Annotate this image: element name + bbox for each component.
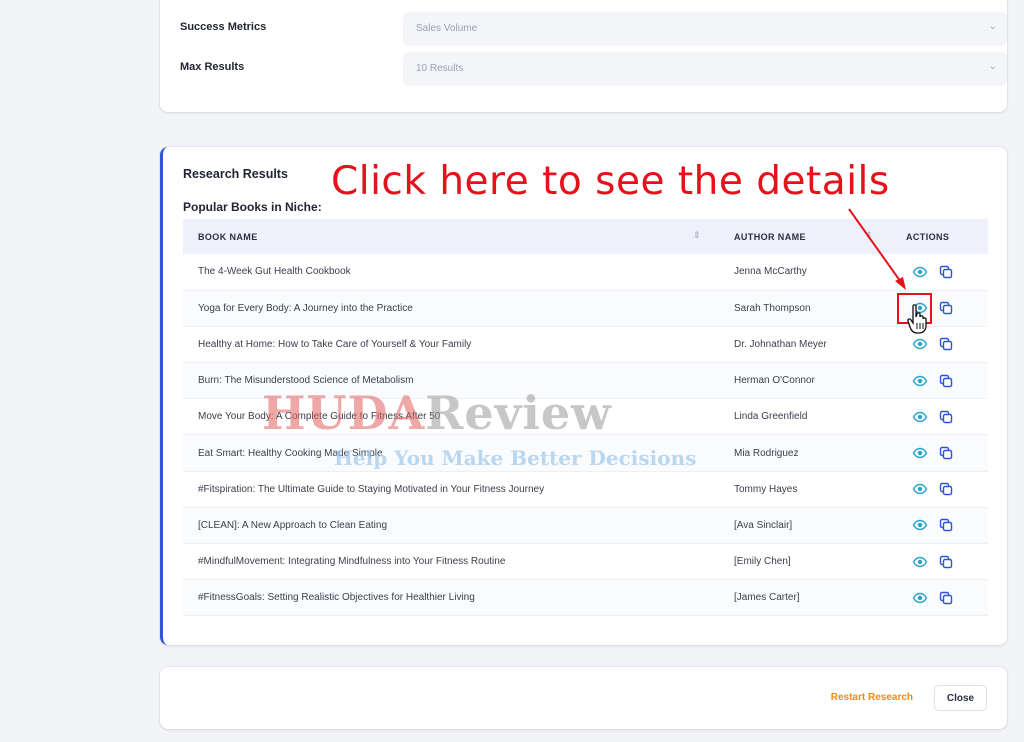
copy-icon[interactable]: [938, 554, 954, 570]
actions-cell: [891, 363, 988, 399]
hand-cursor-icon: [907, 304, 927, 334]
actions-header-label: ACTIONS: [906, 231, 950, 242]
copy-icon[interactable]: [938, 373, 954, 389]
book-name-cell: #MindfulMovement: Integrating Mindfulnes…: [198, 556, 506, 568]
author-name-cell: [Emily Chen]: [734, 556, 791, 568]
watermark-part2: Review: [425, 386, 612, 440]
actions-cell: [891, 435, 988, 471]
table-row: Healthy at Home: How to Take Care of You…: [183, 326, 988, 363]
footer-card: Restart Research Close: [160, 667, 1007, 729]
eye-icon[interactable]: [912, 264, 928, 280]
eye-icon[interactable]: [912, 481, 928, 497]
copy-icon[interactable]: [938, 481, 954, 497]
author-name-header[interactable]: AUTHOR NAME ⇕: [719, 219, 891, 254]
close-button[interactable]: Close: [934, 685, 987, 711]
max-results-label: Max Results: [180, 61, 245, 73]
research-results-title: Research Results: [183, 167, 288, 181]
eye-icon[interactable]: [912, 373, 928, 389]
max-results-select[interactable]: 10 Results ⌄: [403, 52, 1007, 86]
watermark-tagline: Help You Make Better Decisions: [334, 446, 697, 470]
annotation-text: Click here to see the details: [331, 159, 890, 204]
copy-icon[interactable]: [938, 264, 954, 280]
sort-icon[interactable]: ⇕: [865, 230, 873, 241]
author-name-cell: Linda Greenfield: [734, 411, 808, 423]
book-name-cell: [CLEAN]: A New Approach to Clean Eating: [198, 519, 387, 531]
sort-icon[interactable]: ⇕: [693, 230, 701, 241]
table-row: #MindfulMovement: Integrating Mindfulnes…: [183, 544, 988, 580]
book-name-cell: #Fitspiration: The Ultimate Guide to Sta…: [198, 483, 545, 495]
actions-cell: [891, 399, 988, 435]
success-metrics-value: Sales Volume: [416, 23, 478, 34]
book-name-cell: Healthy at Home: How to Take Care of You…: [198, 338, 472, 350]
copy-icon[interactable]: [938, 300, 954, 316]
restart-research-button[interactable]: Restart Research: [831, 692, 913, 703]
actions-cell: [891, 507, 988, 543]
success-metrics-label: Success Metrics: [180, 21, 267, 33]
copy-icon[interactable]: [938, 336, 954, 352]
actions-cell: [891, 326, 988, 362]
success-metrics-select[interactable]: Sales Volume ⌄: [403, 12, 1007, 46]
chevron-down-icon: ⌄: [988, 61, 997, 72]
author-name-cell: Dr. Johnathan Meyer: [734, 338, 827, 350]
table-row: Yoga for Every Body: A Journey into the …: [183, 290, 988, 327]
table-row: #FitnessGoals: Setting Realistic Objecti…: [183, 579, 988, 616]
author-name-cell: Tommy Hayes: [734, 483, 798, 495]
eye-icon[interactable]: [912, 336, 928, 352]
author-name-cell: Herman O'Connor: [734, 375, 815, 387]
author-name-cell: Mia Rodriguez: [734, 447, 799, 459]
copy-icon[interactable]: [938, 409, 954, 425]
author-name-cell: [Ava Sinclair]: [734, 519, 793, 531]
table-row: The 4-Week Gut Health Cookbook Jenna McCa…: [183, 254, 988, 291]
filter-card: Success Metrics Sales Volume ⌄ Max Resul…: [160, 0, 1007, 112]
table-header-row: BOOK NAME ⇕ AUTHOR NAME ⇕ ACTIONS: [183, 219, 988, 254]
actions-cell: [891, 471, 988, 507]
actions-cell: [891, 580, 988, 616]
author-name-header-label: AUTHOR NAME: [734, 231, 806, 242]
watermark-logo: HUDAReview: [262, 386, 612, 440]
book-name-cell: #FitnessGoals: Setting Realistic Objecti…: [198, 592, 475, 604]
max-results-value: 10 Results: [416, 63, 464, 74]
popular-books-heading: Popular Books in Niche:: [183, 200, 322, 214]
table-row: #Fitspiration: The Ultimate Guide to Sta…: [183, 471, 988, 508]
eye-icon[interactable]: [912, 445, 928, 461]
author-name-cell: Sarah Thompson: [734, 302, 811, 314]
table-row: [CLEAN]: A New Approach to Clean Eating […: [183, 507, 988, 544]
actions-cell: [891, 544, 988, 580]
max-results-row: Max Results 10 Results ⌄: [180, 52, 1007, 86]
actions-cell: [891, 254, 988, 290]
copy-icon[interactable]: [938, 445, 954, 461]
copy-icon[interactable]: [938, 590, 954, 606]
book-name-header[interactable]: BOOK NAME ⇕: [183, 219, 719, 254]
book-name-cell: The 4-Week Gut Health Cookbook: [198, 266, 351, 278]
author-name-cell: Jenna McCarthy: [734, 266, 807, 278]
actions-header: ACTIONS: [891, 219, 988, 254]
chevron-down-icon: ⌄: [988, 21, 997, 32]
author-name-cell: [James Carter]: [734, 592, 800, 604]
eye-icon[interactable]: [912, 517, 928, 533]
eye-icon[interactable]: [912, 554, 928, 570]
eye-icon[interactable]: [912, 409, 928, 425]
watermark-part1: HUDA: [262, 386, 426, 440]
copy-icon[interactable]: [938, 517, 954, 533]
success-metrics-row: Success Metrics Sales Volume ⌄: [180, 12, 1007, 46]
book-name-header-label: BOOK NAME: [198, 231, 258, 242]
book-name-cell: Yoga for Every Body: A Journey into the …: [198, 302, 413, 314]
eye-icon[interactable]: [912, 590, 928, 606]
